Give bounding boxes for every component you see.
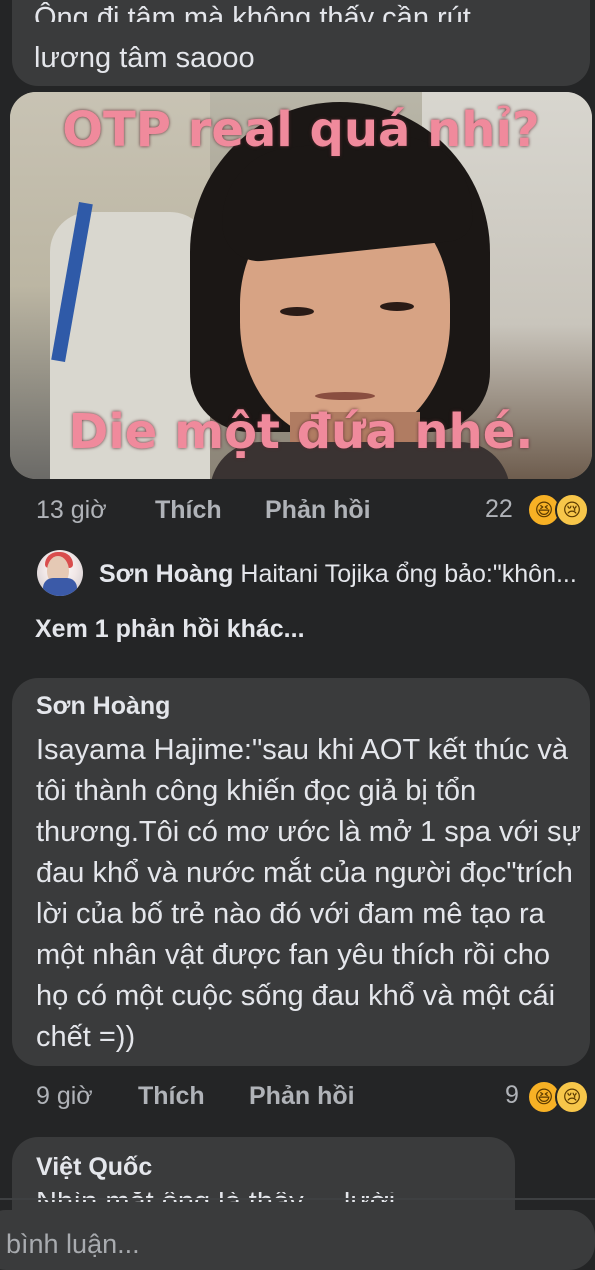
reply-button[interactable]: Phản hồi (249, 1082, 355, 1111)
top-comment-line1: Ông đi tâm mà không thấy cần rút (34, 2, 471, 22)
like-button[interactable]: Thích (155, 496, 222, 525)
reaction-count[interactable]: 9 (505, 1081, 519, 1110)
meme-mouth (315, 392, 375, 400)
meme-bottom-caption: Die một đứa nhé. (68, 404, 534, 460)
sad-icon[interactable]: 😢 (555, 1080, 589, 1114)
meme-eye-right (380, 302, 414, 311)
avatar[interactable] (37, 550, 83, 596)
like-button[interactable]: Thích (138, 1082, 205, 1111)
comment-author-name[interactable]: Việt Quốc (36, 1153, 152, 1182)
comment-timestamp: 9 giờ (36, 1082, 93, 1110)
reply-preview-text: Haitani Tojika ổng bảo:"khôn... (240, 560, 577, 588)
reply-author-name[interactable]: Sơn Hoàng (99, 560, 233, 588)
reaction-count[interactable]: 22 (485, 495, 513, 524)
reply-button[interactable]: Phản hồi (265, 496, 371, 525)
divider (0, 1198, 595, 1200)
sad-icon[interactable]: 😢 (555, 493, 589, 527)
comment-author-name[interactable]: Sơn Hoàng (36, 692, 170, 721)
top-comment-line2: lương tâm saooo (34, 42, 255, 74)
comment-meme-image[interactable]: OTP real quá nhỉ? Die một đứa nhé. (10, 92, 592, 479)
view-more-replies-link[interactable]: Xem 1 phản hồi khác... (35, 615, 305, 644)
comment-timestamp: 13 giờ (36, 496, 107, 524)
meme-top-caption: OTP real quá nhỉ? (62, 102, 540, 158)
reply-preview[interactable]: Sơn Hoàng Haitani Tojika ổng bảo:"khôn..… (99, 558, 589, 590)
comment-body-text: Nhìn mặt ổng là thấy ... lười (36, 1192, 395, 1202)
meme-eye-left (280, 307, 314, 316)
comment-body-text: Isayama Hajime:"sau khi AOT kết thúc và … (36, 734, 581, 1053)
